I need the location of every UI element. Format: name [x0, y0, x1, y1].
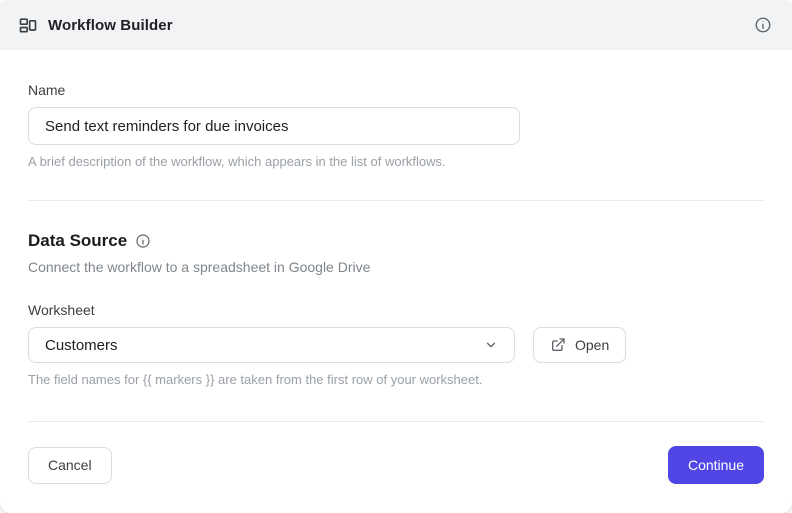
workflow-name-input[interactable]	[28, 107, 520, 145]
worksheet-select[interactable]: Customers	[28, 327, 515, 363]
worksheet-row: Customers Open	[28, 327, 764, 363]
workflow-builder-dialog: Workflow Builder Name A brief descriptio…	[0, 0, 792, 513]
section-divider	[28, 200, 764, 201]
dialog-footer: Cancel Continue	[28, 446, 764, 484]
dialog-body: Name A brief description of the workflow…	[0, 50, 792, 513]
worksheet-helper-text: The field names for {{ markers }} are ta…	[28, 372, 483, 387]
continue-button[interactable]: Continue	[667, 446, 764, 484]
open-worksheet-button[interactable]: Open	[533, 327, 627, 363]
dialog-header: Workflow Builder	[0, 0, 792, 50]
open-button-label: Open	[575, 337, 610, 353]
footer-divider	[28, 421, 764, 422]
worksheet-label: Worksheet	[28, 302, 95, 318]
workflow-icon	[18, 15, 38, 35]
data-source-subtitle: Connect the workflow to a spreadsheet in…	[28, 259, 371, 275]
info-icon[interactable]	[752, 14, 774, 36]
external-link-icon	[550, 337, 566, 353]
name-label: Name	[28, 82, 66, 98]
data-source-heading: Data Source	[28, 231, 128, 250]
data-source-info-icon[interactable]	[135, 233, 151, 249]
name-helper-text: A brief description of the workflow, whi…	[28, 154, 446, 169]
worksheet-select-value: Customers	[45, 336, 118, 354]
dialog-title: Workflow Builder	[48, 16, 173, 34]
cancel-button[interactable]: Cancel	[28, 446, 112, 484]
chevron-down-icon	[484, 338, 498, 352]
data-source-heading-row: Data Source	[28, 229, 764, 253]
